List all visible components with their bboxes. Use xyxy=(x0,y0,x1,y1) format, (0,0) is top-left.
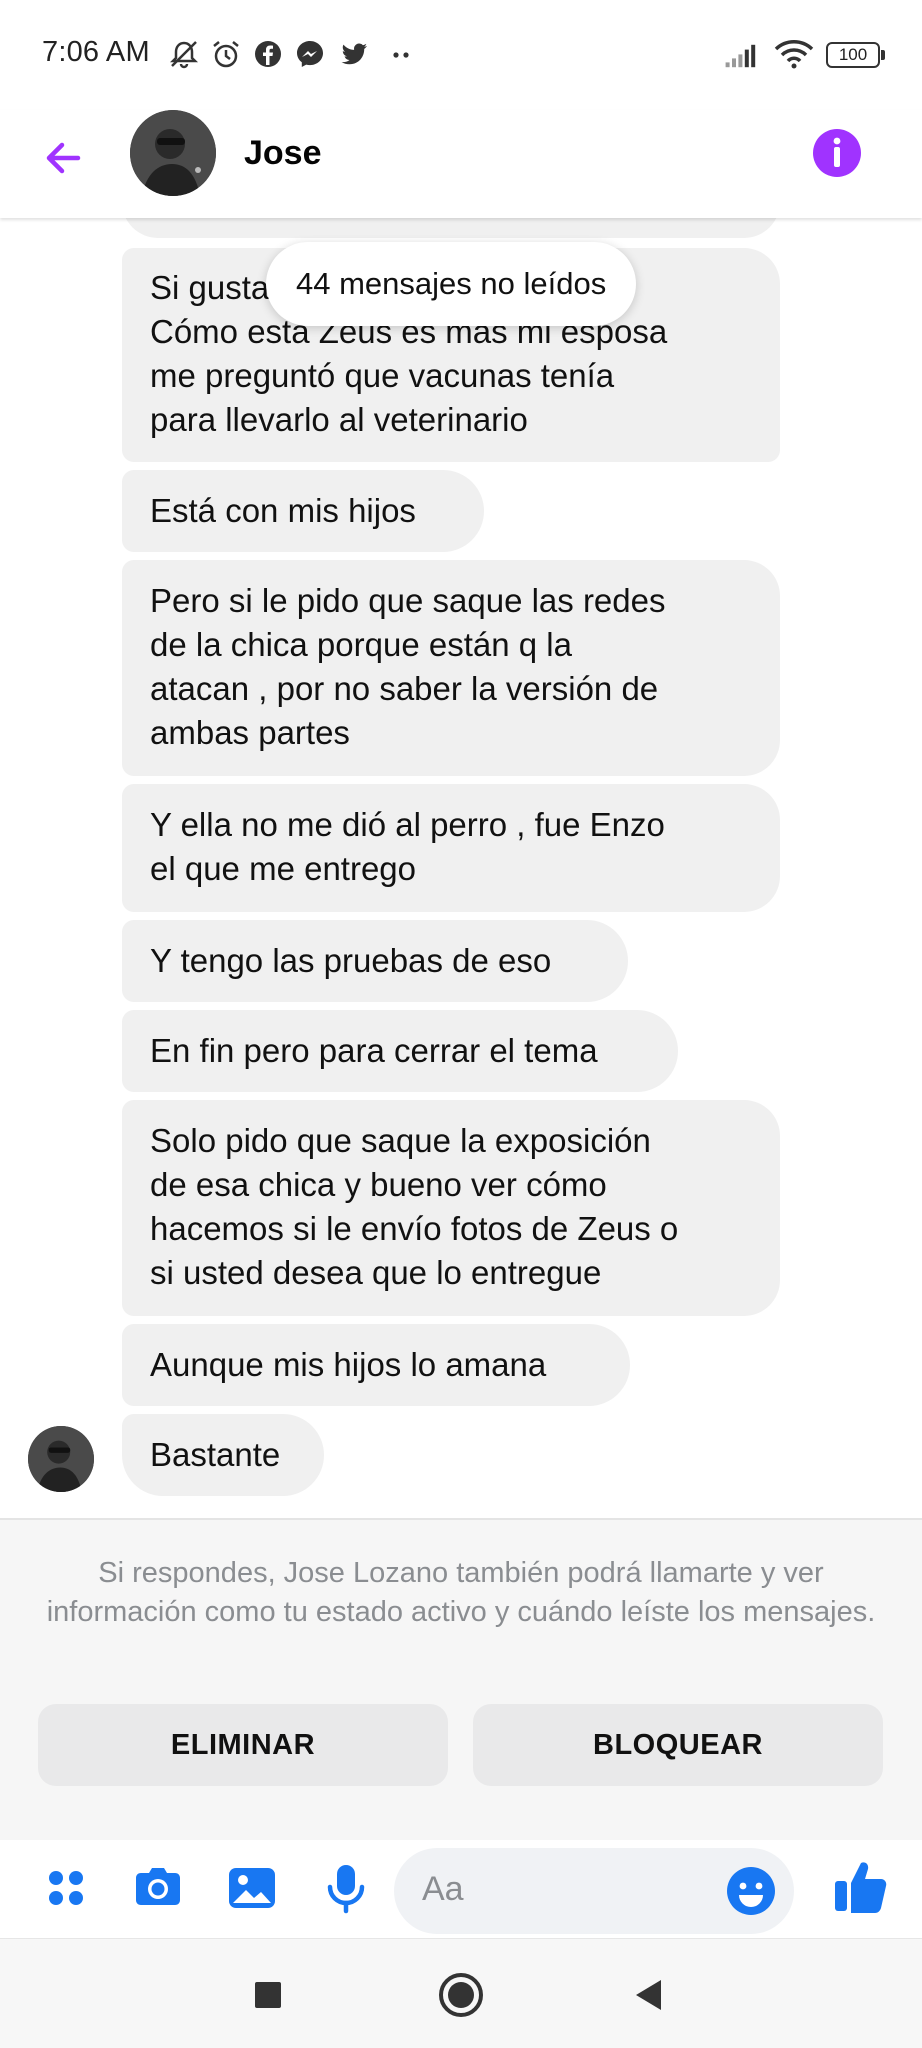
avatar-photo-icon xyxy=(28,1426,94,1492)
alarm-icon xyxy=(213,41,239,68)
status-time: 7:06 AM xyxy=(42,36,150,68)
contact-name[interactable]: Jose xyxy=(244,134,322,173)
message-bubble[interactable]: Está con mis hijos xyxy=(122,470,484,552)
home-circle-icon[interactable] xyxy=(433,1967,489,2023)
message-bubble[interactable]: Y tengo las pruebas de eso xyxy=(122,920,628,1002)
message-list[interactable]: 44 mensajes no leídos Si gusta hablamos … xyxy=(0,218,922,1518)
messenger-icon xyxy=(297,41,323,67)
message-request-panel: Si respondes, Jose Lozano también podrá … xyxy=(0,1518,922,1840)
twitter-icon xyxy=(341,43,367,65)
message-bubble[interactable]: Pero si le pido que saque las redes de l… xyxy=(122,560,780,776)
message-bubble[interactable]: Aunque mis hijos lo amana xyxy=(122,1324,630,1406)
contact-avatar[interactable] xyxy=(130,110,216,196)
like-thumb-icon[interactable] xyxy=(832,1856,890,1916)
back-triangle-icon[interactable] xyxy=(622,1967,678,2023)
block-button[interactable]: BLOQUEAR xyxy=(473,1704,883,1786)
facebook-icon xyxy=(255,41,281,67)
info-icon[interactable] xyxy=(812,128,862,178)
gallery-icon[interactable] xyxy=(224,1860,280,1916)
conversation-header: Jose xyxy=(0,110,922,218)
more-dots-icon xyxy=(393,52,409,58)
message-bubble[interactable]: Bastante xyxy=(122,1414,324,1496)
message-input-placeholder: Aa xyxy=(422,1870,464,1908)
message-bubble[interactable]: Solo pido que saque la exposición de esa… xyxy=(122,1100,780,1316)
unread-messages-pill[interactable]: 44 mensajes no leídos xyxy=(266,242,637,326)
status-bar: 7:06 AM 100 xyxy=(0,0,922,110)
camera-icon[interactable] xyxy=(130,1860,186,1916)
signal-icon xyxy=(725,44,756,68)
delete-button[interactable]: ELIMINAR xyxy=(38,1704,448,1786)
message-bubble[interactable]: Y ella no me dió al perro , fue Enzo el … xyxy=(122,784,780,912)
composer-bar: Aa xyxy=(0,1840,922,1940)
more-actions-icon[interactable] xyxy=(38,1860,94,1916)
message-input[interactable]: Aa xyxy=(394,1848,794,1934)
muted-bell-icon xyxy=(169,41,199,69)
battery-nub xyxy=(881,50,885,60)
system-nav-bar xyxy=(0,1938,922,2048)
battery-indicator: 100 xyxy=(826,42,880,68)
emoji-icon[interactable] xyxy=(724,1864,778,1918)
back-arrow-icon[interactable] xyxy=(38,130,94,186)
message-bubble[interactable]: En fin pero para cerrar el tema xyxy=(122,1010,678,1092)
request-notice: Si respondes, Jose Lozano también podrá … xyxy=(46,1557,876,1628)
message-bubble-partial xyxy=(122,218,780,238)
wifi-icon xyxy=(774,40,814,69)
sender-avatar[interactable] xyxy=(28,1426,94,1492)
avatar-photo-icon xyxy=(130,110,216,196)
microphone-icon[interactable] xyxy=(318,1860,374,1916)
recents-square-icon[interactable] xyxy=(240,1967,296,2023)
